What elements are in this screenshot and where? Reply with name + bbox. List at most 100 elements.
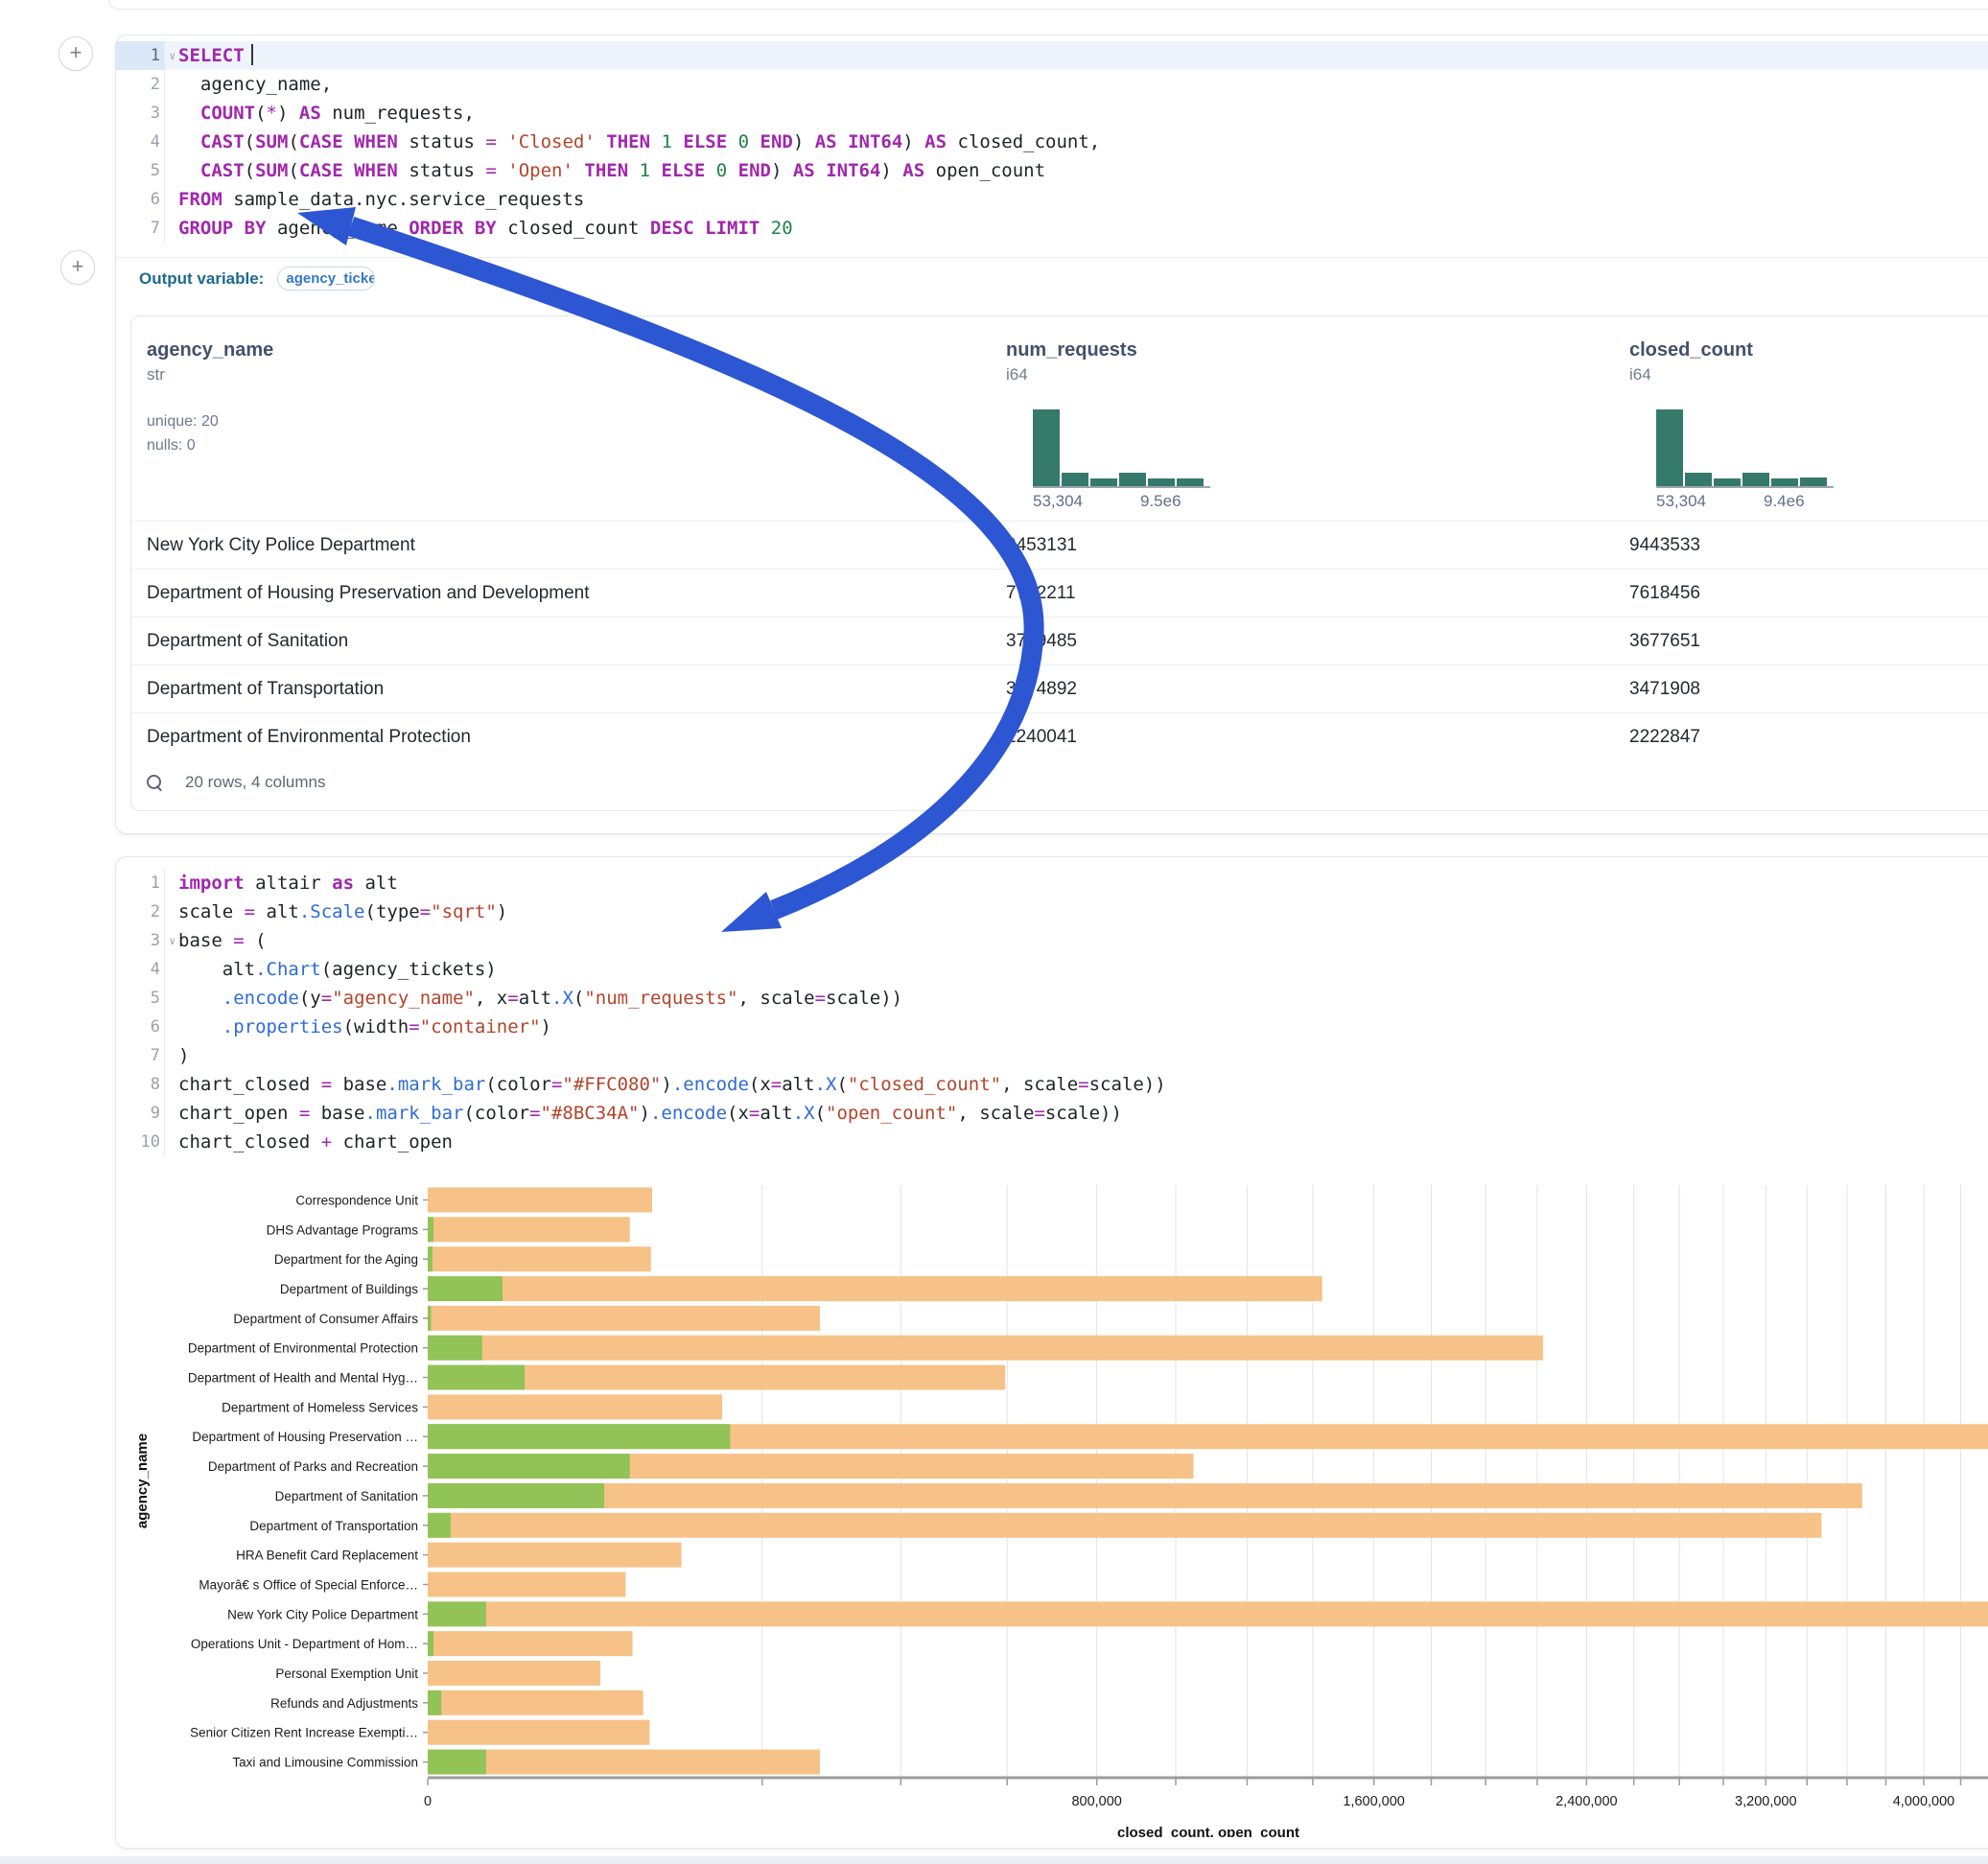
sql-code-editor[interactable]: 1∨SELECT2 agency_name,3 COUNT(*) AS num_… (116, 35, 1988, 248)
code-line[interactable]: 7GROUP BY agency_name ORDER BY closed_co… (116, 214, 1988, 243)
histogram-bar (1090, 478, 1117, 486)
closed-count-bar (428, 1483, 1862, 1508)
previous-cell-edge (108, 0, 1988, 10)
y-axis-label: Department for the Aging (274, 1252, 418, 1267)
table-body: New York City Police Department945313194… (131, 521, 1988, 760)
y-axis-label: Senior Citizen Rent Increase Exempti… (190, 1726, 418, 1740)
line-number: 2 (116, 70, 164, 99)
table-cell: 7782211 (1006, 570, 1076, 617)
y-axis-label: Department of Parks and Recreation (208, 1459, 418, 1474)
histogram-bar (1148, 478, 1175, 486)
search-icon[interactable] (147, 775, 162, 790)
column-header[interactable]: num_requestsi64 (1006, 339, 1137, 384)
open-count-bar (428, 1631, 433, 1656)
table-row[interactable]: Department of Transportation377489234719… (131, 664, 1988, 712)
code-text: .encode(y="agency_name", x=alt.X("num_re… (164, 984, 1988, 1013)
x-tick-label: 0 (424, 1794, 432, 1809)
code-text: FROM sample_data.nyc.service_requests (164, 185, 1988, 214)
code-text: chart_closed = base.mark_bar(color="#FFC… (164, 1070, 1988, 1099)
closed-count-bar (428, 1217, 630, 1242)
sql-cell: 1∨SELECT2 agency_name,3 COUNT(*) AS num_… (115, 35, 1988, 834)
next-cell-edge (0, 1856, 1988, 1864)
code-line[interactable]: 1import altair as alt (116, 869, 1988, 897)
table-cell: 3677651 (1629, 617, 1700, 664)
column-header[interactable]: closed_count i64 (1629, 339, 1753, 384)
code-text: base = ( (164, 926, 1988, 955)
code-line[interactable]: 9chart_open = base.mark_bar(color="#8BC3… (116, 1099, 1988, 1128)
code-line[interactable]: 5 .encode(y="agency_name", x=alt.X("num_… (116, 984, 1988, 1013)
table-cell: 2240041 (1006, 713, 1077, 760)
table-cell: 7618456 (1629, 570, 1700, 617)
histogram-bar (1177, 478, 1204, 486)
code-line[interactable]: 3 COUNT(*) AS num_requests, (116, 99, 1988, 128)
open-count-bar (428, 1365, 525, 1390)
x-tick-label: 800,000 (1071, 1794, 1121, 1809)
line-number: 1 (116, 869, 164, 897)
code-line[interactable]: 6FROM sample_data.nyc.service_requests (116, 185, 1988, 214)
column-dtype: str (147, 365, 273, 384)
table-row[interactable]: New York City Police Department945313194… (131, 521, 1988, 569)
histogram-bar (1062, 473, 1088, 486)
y-axis-label: Department of Environmental Protection (188, 1341, 418, 1356)
add-cell-button-top[interactable]: + (58, 36, 93, 71)
y-axis-label: Taxi and Limousine Commission (232, 1756, 418, 1770)
line-number: 4 (116, 128, 164, 156)
column-header[interactable]: agency_namestrunique: 20nulls: 0 (147, 339, 273, 457)
code-line[interactable]: 2 agency_name, (116, 70, 1988, 99)
code-line[interactable]: 8chart_closed = base.mark_bar(color="#FF… (116, 1070, 1988, 1099)
table-row[interactable]: Department of Housing Preservation and D… (131, 569, 1988, 617)
column-dtype: i64 (1629, 365, 1753, 384)
closed-count-bar (428, 1690, 643, 1715)
line-number: 4 (116, 955, 164, 984)
closed-count-bar (428, 1750, 820, 1775)
table-row[interactable]: Department of Sanitation37494853677651 (131, 617, 1988, 664)
y-axis-label: New York City Police Department (227, 1607, 418, 1621)
table-cell: 3749485 (1006, 617, 1077, 664)
code-line[interactable]: 1∨SELECT (116, 41, 1988, 70)
histogram-min-label: 53,304 (1656, 492, 1706, 511)
x-tick-label: 1,600,000 (1343, 1794, 1405, 1809)
output-variable-pill[interactable]: agency_tickets (277, 267, 375, 291)
open-count-bar (428, 1247, 433, 1271)
line-number: 6 (116, 185, 164, 214)
table-row[interactable]: Department of Environmental Protection 22… (131, 712, 1988, 760)
chevron-down-icon[interactable]: ∨ (169, 927, 175, 956)
line-number: 3∨ (116, 926, 164, 955)
table-cell: Department of Environmental Protection (147, 713, 471, 760)
python-code-editor[interactable]: 1import altair as alt2scale = alt.Scale(… (116, 857, 1988, 1162)
histogram-bar (1771, 478, 1798, 486)
code-line[interactable]: 2scale = alt.Scale(type="sqrt") (116, 897, 1988, 926)
code-line[interactable]: 10chart_closed + chart_open (116, 1128, 1988, 1156)
table-cell: 9443533 (1629, 522, 1700, 569)
code-line[interactable]: 4 alt.Chart(agency_tickets) (116, 955, 1988, 984)
code-text: import altair as alt (164, 869, 1988, 897)
code-line[interactable]: 3∨base = ( (116, 926, 1988, 955)
y-axis-label: HRA Benefit Card Replacement (236, 1549, 418, 1563)
code-text: COUNT(*) AS num_requests, (164, 99, 1988, 128)
y-axis-label: Refunds and Adjustments (270, 1696, 418, 1711)
chevron-down-icon[interactable]: ∨ (169, 42, 175, 71)
histogram-bar (1033, 409, 1060, 486)
code-line[interactable]: 5 CAST(SUM(CASE WHEN status = 'Open' THE… (116, 156, 1988, 185)
column-name: closed_count (1629, 339, 1753, 361)
x-axis-title: closed_count, open_count (1117, 1825, 1299, 1837)
code-line[interactable]: 6 .properties(width="container") (116, 1013, 1988, 1041)
y-axis-label: Correspondence Unit (295, 1193, 418, 1207)
table-cell: Department of Transportation (147, 665, 384, 712)
line-number: 9 (116, 1099, 164, 1128)
open-count-bar (428, 1690, 441, 1715)
code-line[interactable]: 7) (116, 1041, 1988, 1070)
closed-count-bar (428, 1306, 820, 1331)
closed-count-bar (428, 1187, 652, 1212)
output-variable-label: Output variable: (139, 269, 264, 289)
closed-count-bar (428, 1513, 1821, 1538)
add-cell-button-middle[interactable]: + (60, 250, 95, 285)
column-name: num_requests (1006, 339, 1137, 361)
y-axis-label: Personal Exemption Unit (275, 1666, 418, 1681)
closed-count-bar (428, 1720, 649, 1745)
closed-count-bar (428, 1572, 625, 1596)
histogram-bar (1714, 478, 1741, 486)
altair-bar-chart: Correspondence UnitDHS Advantage Program… (126, 1166, 1988, 1837)
column-stat: nulls: 0 (147, 433, 273, 457)
code-line[interactable]: 4 CAST(SUM(CASE WHEN status = 'Closed' T… (116, 128, 1988, 156)
